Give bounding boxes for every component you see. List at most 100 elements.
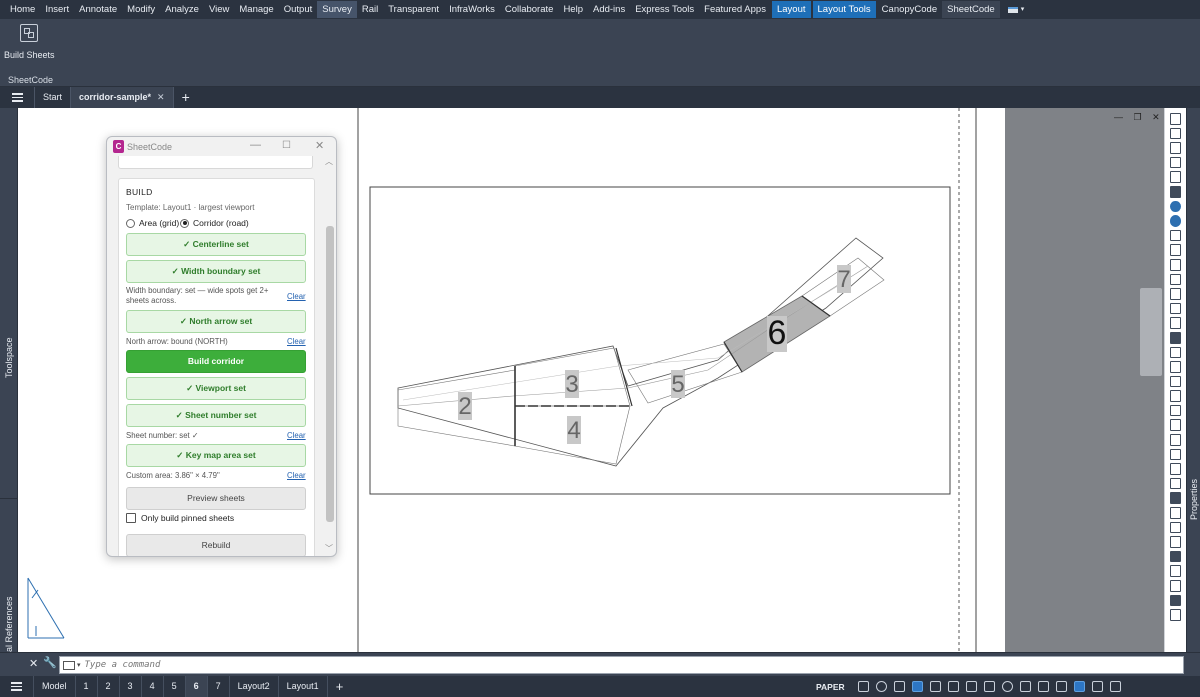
tool-icon-26[interactable]: [1170, 477, 1181, 490]
tool-icon-4[interactable]: [1170, 156, 1181, 169]
tool-icon-11[interactable]: [1170, 258, 1181, 271]
viewport-button[interactable]: ✓ Viewport set: [126, 377, 306, 400]
tool-icon-34[interactable]: [1170, 594, 1181, 607]
tool-icon-24[interactable]: [1170, 448, 1181, 461]
key-map-area-button[interactable]: ✓ Key map area set: [126, 444, 306, 467]
file-tab-document[interactable]: corridor-sample* ✕: [70, 87, 173, 108]
units-icon[interactable]: [1091, 681, 1103, 692]
tab-transparent[interactable]: Transparent: [383, 1, 444, 18]
tab-survey[interactable]: Survey: [317, 1, 357, 18]
tool-icon-1[interactable]: [1170, 113, 1181, 125]
tab-canopycode[interactable]: CanopyCode: [877, 1, 942, 18]
tab-manage[interactable]: Manage: [234, 1, 278, 18]
tab-featured-apps[interactable]: Featured Apps: [699, 1, 771, 18]
tab-analyze[interactable]: Analyze: [160, 1, 204, 18]
tab-modify[interactable]: Modify: [122, 1, 160, 18]
tool-icon-10[interactable]: [1170, 244, 1181, 256]
scroll-down-icon[interactable]: ﹀: [325, 543, 333, 554]
tool-icon-21[interactable]: [1170, 404, 1181, 417]
add-layout-button[interactable]: +: [326, 676, 352, 697]
preview-sheets-button[interactable]: Preview sheets: [126, 487, 306, 510]
tool-icon-15[interactable]: [1170, 317, 1181, 329]
lineweight-icon[interactable]: [965, 681, 977, 692]
navigation-bar[interactable]: [1140, 288, 1162, 376]
transparency-icon[interactable]: [983, 681, 995, 692]
chevron-down-icon[interactable]: ▾: [77, 661, 81, 669]
width-boundary-button[interactable]: ✓ Width boundary set: [126, 260, 306, 283]
annotation-monitor-icon[interactable]: [1073, 681, 1085, 692]
ribbon-display-toggle[interactable]: ▾: [1000, 1, 1030, 18]
build-sheets-button[interactable]: Build Sheets: [4, 22, 55, 64]
tab-collaborate[interactable]: Collaborate: [500, 1, 559, 18]
minimize-icon[interactable]: —: [250, 139, 261, 151]
tab-layout[interactable]: Layout: [771, 1, 811, 18]
scroll-thumb[interactable]: [326, 226, 334, 522]
layout-tab-1[interactable]: 1: [74, 676, 97, 697]
tab-add-ins[interactable]: Add-ins: [588, 1, 630, 18]
close-icon[interactable]: ✕: [29, 657, 38, 670]
annotation-scale-icon[interactable]: [1037, 681, 1049, 692]
tab-rail[interactable]: Rail: [357, 1, 383, 18]
build-corridor-button[interactable]: Build corridor: [126, 350, 306, 373]
tool-icon-32[interactable]: [1170, 565, 1181, 577]
tab-layout-tools[interactable]: Layout Tools: [812, 1, 876, 18]
layout-tab-5[interactable]: 5: [162, 676, 185, 697]
tool-icon-19[interactable]: [1170, 375, 1181, 388]
palette-scrollbar[interactable]: ︿ ﹀: [325, 156, 335, 554]
new-tab-button[interactable]: +: [172, 87, 198, 108]
layout-tab-model[interactable]: Model: [33, 676, 75, 697]
tool-icon-31[interactable]: [1170, 550, 1181, 563]
tab-output[interactable]: Output: [279, 1, 318, 18]
layout-menu-icon[interactable]: [0, 682, 33, 691]
grid-icon[interactable]: [857, 681, 869, 692]
tab-view[interactable]: View: [204, 1, 234, 18]
add-icon[interactable]: [1019, 681, 1031, 692]
tab-infraworks[interactable]: InfraWorks: [444, 1, 500, 18]
viewport-window-controls[interactable]: — ❐ ✕: [1114, 112, 1164, 123]
tool-icon-33[interactable]: [1170, 580, 1181, 592]
command-input[interactable]: [84, 660, 985, 670]
layout-tab-4[interactable]: 4: [140, 676, 163, 697]
clear-width-boundary-link[interactable]: Clear: [287, 292, 306, 301]
tool-icon-3[interactable]: [1170, 142, 1181, 154]
scroll-up-icon[interactable]: ︿: [325, 156, 333, 167]
workspace-icon[interactable]: [1055, 681, 1067, 692]
close-icon[interactable]: ✕: [315, 139, 324, 152]
polar-icon[interactable]: [911, 681, 923, 692]
maximize-icon[interactable]: ☐: [282, 140, 291, 151]
tool-icon-35[interactable]: [1170, 609, 1181, 621]
tool-icon-20[interactable]: [1170, 390, 1181, 402]
clear-north-arrow-link[interactable]: Clear: [287, 337, 306, 346]
globe-icon-2[interactable]: [1170, 215, 1181, 227]
layout-tab-layout2[interactable]: Layout2: [228, 676, 278, 697]
tool-icon-9[interactable]: [1170, 229, 1181, 242]
north-arrow-button[interactable]: ✓ North arrow set: [126, 310, 306, 333]
sheet-number-button[interactable]: ✓ Sheet number set: [126, 404, 306, 427]
palette-titlebar[interactable]: C SheetCode — ☐ ✕: [107, 137, 336, 156]
tool-icon-25[interactable]: [1170, 463, 1181, 475]
hamburger-menu-icon[interactable]: [0, 87, 34, 108]
osnap-icon[interactable]: [929, 681, 941, 692]
clear-key-map-link[interactable]: Clear: [287, 471, 306, 480]
properties-tab[interactable]: Properties: [1189, 479, 1199, 520]
centerline-button[interactable]: ✓ Centerline set: [126, 233, 306, 256]
tool-icon-17[interactable]: [1170, 346, 1181, 359]
gear-icon[interactable]: [1001, 681, 1013, 692]
tool-icon-30[interactable]: [1170, 536, 1181, 548]
layout-tab-2[interactable]: 2: [96, 676, 119, 697]
layout-tab-3[interactable]: 3: [118, 676, 141, 697]
ortho-icon[interactable]: [893, 681, 905, 692]
file-tab-start[interactable]: Start: [34, 87, 70, 108]
clear-sheet-number-link[interactable]: Clear: [287, 431, 306, 440]
toolspace-tab[interactable]: Toolspace: [4, 337, 14, 378]
tool-icon-5[interactable]: [1170, 171, 1181, 183]
tool-icon-14[interactable]: [1170, 302, 1181, 315]
layout-tab-layout1[interactable]: Layout1: [277, 676, 327, 697]
tool-icon-13[interactable]: [1170, 288, 1181, 300]
globe-icon[interactable]: [1170, 200, 1181, 213]
tool-icon-16[interactable]: [1170, 331, 1181, 344]
tab-insert[interactable]: Insert: [40, 1, 74, 18]
tool-icon-6[interactable]: [1170, 185, 1181, 198]
layout-tab-6[interactable]: 6: [184, 676, 207, 697]
rebuild-button[interactable]: Rebuild: [126, 534, 306, 556]
